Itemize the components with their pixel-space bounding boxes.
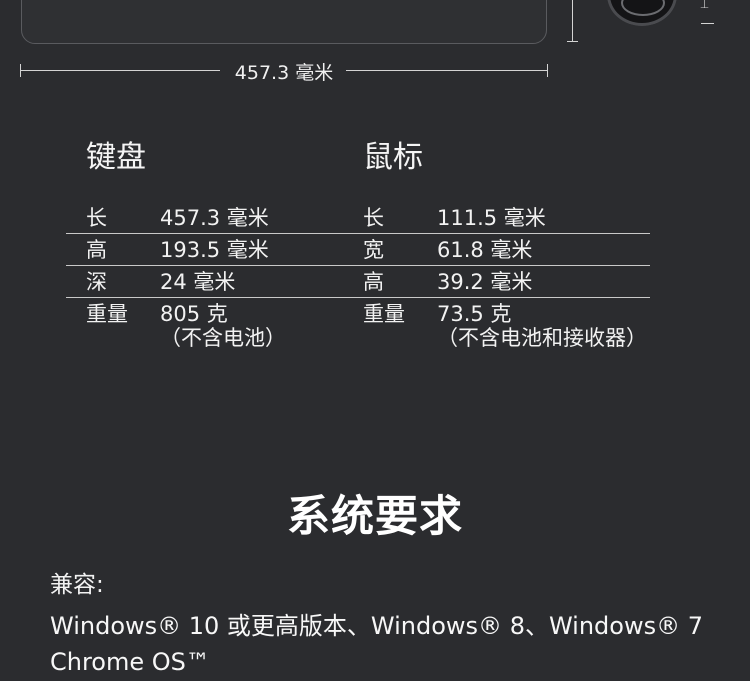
mouse-image bbox=[607, 0, 677, 26]
spec-note: （不含电池和接收器） bbox=[437, 326, 647, 350]
spec-key: 重量 bbox=[86, 302, 128, 326]
keyboard-height-dimension-line bbox=[572, 0, 573, 42]
keyboard-spec-title: 键盘 bbox=[86, 140, 146, 175]
width-dimension-line-right bbox=[346, 70, 548, 71]
spec-value: 193.5 毫米 bbox=[160, 238, 269, 262]
spec-key: 长 bbox=[363, 206, 384, 230]
spec-key: 宽 bbox=[363, 238, 384, 262]
spec-note: （不含电池） bbox=[160, 326, 286, 350]
spec-value: 39.2 毫米 bbox=[437, 270, 533, 294]
table-row: 长 111.5 毫米 bbox=[343, 202, 650, 234]
width-dimension-line-left bbox=[20, 70, 220, 71]
table-row: 高 39.2 毫米 bbox=[343, 266, 650, 298]
width-dimension-label: 457.3 毫米 bbox=[234, 62, 334, 84]
spec-key: 高 bbox=[363, 270, 384, 294]
spec-value: 24 毫米 bbox=[160, 270, 236, 294]
width-dimension-tick-right bbox=[547, 64, 548, 77]
spec-value: 805 克 （不含电池） bbox=[160, 302, 286, 350]
system-requirements-title: 系统要求 bbox=[287, 492, 463, 542]
compatibility-os-chrome: Chrome OS™ bbox=[50, 648, 210, 676]
spec-value: 73.5 克 （不含电池和接收器） bbox=[437, 302, 647, 350]
spec-key: 高 bbox=[86, 238, 107, 262]
spec-key: 重量 bbox=[363, 302, 405, 326]
keyboard-outline bbox=[21, 0, 547, 44]
table-row: 重量 805 克 （不含电池） bbox=[66, 298, 356, 350]
table-row: 长 457.3 毫米 bbox=[66, 202, 356, 234]
mouse-dimension-cap bbox=[701, 23, 714, 24]
compatibility-os-list: Windows® 10 或更高版本、Windows® 8、Windows® 7 bbox=[50, 612, 703, 640]
mouse-dimension-marker-icon: ⌶ bbox=[700, 0, 710, 12]
spec-key: 长 bbox=[86, 206, 107, 230]
compatibility-label: 兼容: bbox=[50, 572, 104, 598]
mouse-spec-title: 鼠标 bbox=[363, 140, 423, 175]
table-row: 深 24 毫米 bbox=[66, 266, 356, 298]
spec-key: 深 bbox=[86, 270, 107, 294]
table-row: 宽 61.8 毫米 bbox=[343, 234, 650, 266]
spec-value: 111.5 毫米 bbox=[437, 206, 546, 230]
keyboard-spec-table: 键盘 长 457.3 毫米 高 193.5 毫米 深 24 毫米 重量 805 … bbox=[66, 138, 356, 350]
spec-value: 61.8 毫米 bbox=[437, 238, 533, 262]
mouse-spec-table: 鼠标 长 111.5 毫米 宽 61.8 毫米 高 39.2 毫米 重量 73.… bbox=[343, 138, 650, 350]
keyboard-height-dimension-cap bbox=[567, 41, 578, 42]
table-row: 重量 73.5 克 （不含电池和接收器） bbox=[343, 298, 650, 350]
table-row: 高 193.5 毫米 bbox=[66, 234, 356, 266]
spec-value: 457.3 毫米 bbox=[160, 206, 269, 230]
